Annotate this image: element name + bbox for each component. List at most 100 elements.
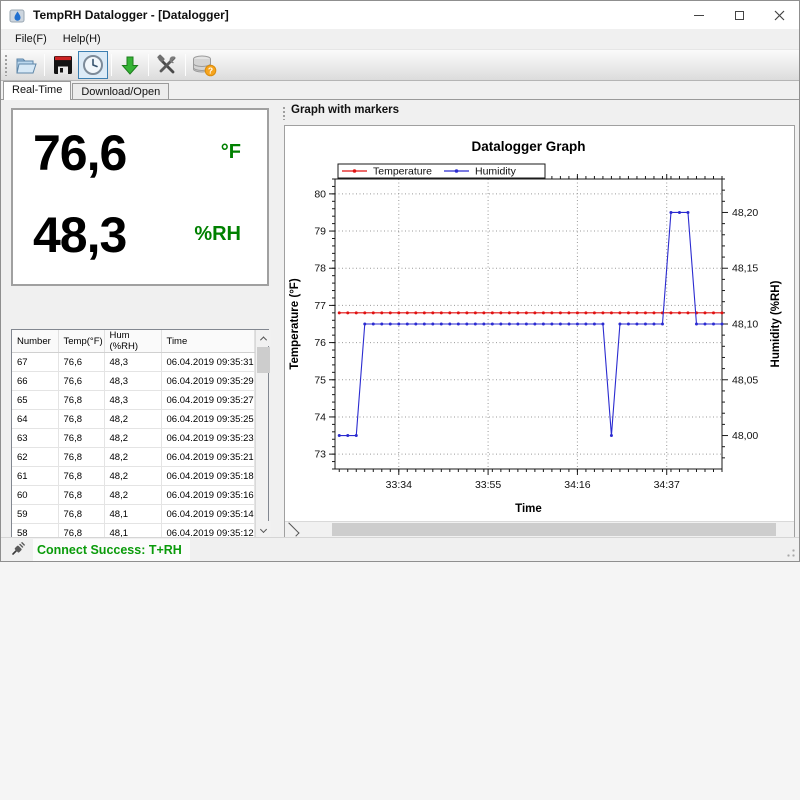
table-cell: 48,2 <box>104 448 161 467</box>
chevron-down-icon <box>259 525 266 532</box>
table-cell: 48,2 <box>104 410 161 429</box>
right-axis-label: Humidity (%RH) <box>770 280 782 367</box>
resize-grip[interactable] <box>783 545 796 558</box>
table-row[interactable]: 6076,848,206.04.2019 09:35:16 <box>12 486 254 505</box>
column-header-1[interactable]: Temp(°F) <box>58 330 104 353</box>
table-row[interactable]: 5976,848,106.04.2019 09:35:14 <box>12 505 254 524</box>
svg-text:75: 75 <box>314 374 326 386</box>
download-button[interactable] <box>115 51 145 79</box>
x-axis-label: Time <box>515 503 542 515</box>
table-row[interactable]: 6376,848,206.04.2019 09:35:23 <box>12 429 254 448</box>
clock-icon <box>81 53 105 77</box>
svg-text:33:55: 33:55 <box>475 479 501 491</box>
table-cell: 06.04.2019 09:35:31 <box>161 353 254 372</box>
table-cell: 06.04.2019 09:35:21 <box>161 448 254 467</box>
close-button[interactable] <box>759 1 799 29</box>
svg-text:34:16: 34:16 <box>564 479 590 491</box>
horizontal-scrollbar-thumb[interactable] <box>332 523 776 536</box>
humidity-value: 48,3 <box>33 210 126 260</box>
table-cell: 48,1 <box>104 505 161 524</box>
column-header-2[interactable]: Hum (%RH) <box>104 330 161 353</box>
toolbar-grip[interactable] <box>4 54 8 76</box>
tools-icon <box>155 53 179 77</box>
menu-bar: File(F) Help(H) <box>1 29 799 50</box>
table-body: 6776,648,306.04.2019 09:35:316676,648,30… <box>12 353 254 543</box>
toolbar-separator <box>185 54 186 76</box>
table-cell: 76,6 <box>58 353 104 372</box>
chevron-right-icon <box>285 522 299 536</box>
scroll-down-button[interactable] <box>256 521 271 537</box>
table-row[interactable]: 6276,848,206.04.2019 09:35:21 <box>12 448 254 467</box>
humidity-unit: %RH <box>194 224 241 244</box>
tab-download-open[interactable]: Download/Open <box>72 83 169 100</box>
table-cell: 06.04.2019 09:35:16 <box>161 486 254 505</box>
column-header-3[interactable]: Time <box>161 330 254 353</box>
table-row[interactable]: 6576,848,306.04.2019 09:35:27 <box>12 391 254 410</box>
table-cell: 06.04.2019 09:35:18 <box>161 467 254 486</box>
table-cell: 59 <box>12 505 58 524</box>
toolbar-separator <box>44 54 45 76</box>
folder-open-icon <box>14 53 38 77</box>
table-cell: 76,8 <box>58 391 104 410</box>
svg-text:73: 73 <box>314 449 326 461</box>
table-cell: 48,2 <box>104 486 161 505</box>
status-bar: Connect Success: T+RH <box>1 537 799 561</box>
horizontal-scrollbar[interactable] <box>285 521 794 537</box>
table-cell: 76,8 <box>58 467 104 486</box>
maximize-button[interactable] <box>719 1 759 29</box>
svg-text:48,05: 48,05 <box>732 374 758 386</box>
open-file-button[interactable] <box>11 51 41 79</box>
svg-text:33:34: 33:34 <box>386 479 412 491</box>
save-icon <box>51 53 75 77</box>
svg-text:78: 78 <box>314 263 326 275</box>
svg-text:74: 74 <box>314 411 326 423</box>
table-cell: 06.04.2019 09:35:27 <box>161 391 254 410</box>
left-axis-label: Temperature (°F) <box>289 278 301 369</box>
scroll-right-button[interactable] <box>285 522 300 537</box>
table-cell: 76,8 <box>58 448 104 467</box>
tab-strip: Real-Time Download/Open <box>1 81 799 100</box>
table-row[interactable]: 6676,648,306.04.2019 09:35:29 <box>12 372 254 391</box>
table-row[interactable]: 6176,848,206.04.2019 09:35:18 <box>12 467 254 486</box>
scroll-up-button[interactable] <box>256 330 271 346</box>
table-cell: 48,3 <box>104 353 161 372</box>
sync-clock-button[interactable] <box>78 51 108 79</box>
table-cell: 76,6 <box>58 372 104 391</box>
table-cell: 65 <box>12 391 58 410</box>
settings-button[interactable] <box>152 51 182 79</box>
window-controls <box>679 1 799 29</box>
svg-text:Humidity: Humidity <box>475 166 517 178</box>
datalogger-graph: 737475767778798048,0048,0548,1048,1548,2… <box>285 126 794 522</box>
chart-legend: TemperatureHumidity <box>338 164 545 178</box>
svg-text:48,00: 48,00 <box>732 430 758 442</box>
download-arrow-icon <box>118 53 142 77</box>
table-row[interactable]: 6476,848,206.04.2019 09:35:25 <box>12 410 254 429</box>
column-header-0[interactable]: Number <box>12 330 58 353</box>
menu-file[interactable]: File(F) <box>7 30 55 48</box>
table-cell: 06.04.2019 09:35:25 <box>161 410 254 429</box>
temperature-unit: °F <box>221 142 241 162</box>
menu-help[interactable]: Help(H) <box>55 30 109 48</box>
connector-plug-icon <box>10 542 25 557</box>
svg-text:48,20: 48,20 <box>732 207 758 219</box>
table-cell: 60 <box>12 486 58 505</box>
minimize-icon <box>694 15 704 16</box>
data-help-button[interactable]: ? <box>189 51 219 79</box>
table-cell: 06.04.2019 09:35:14 <box>161 505 254 524</box>
vertical-scrollbar[interactable] <box>255 330 269 537</box>
tab-real-time[interactable]: Real-Time <box>3 81 71 100</box>
chart-title: Datalogger Graph <box>471 139 585 154</box>
database-question-icon: ? <box>191 53 217 77</box>
table-row[interactable]: 6776,648,306.04.2019 09:35:31 <box>12 353 254 372</box>
vertical-scrollbar-thumb[interactable] <box>257 347 270 373</box>
graph-panel-grip[interactable] <box>282 106 287 120</box>
minimize-button[interactable] <box>679 1 719 29</box>
save-button[interactable] <box>48 51 78 79</box>
tab-page-real-time: 76,6 °F 48,3 %RH NumberTemp(°F)Hum (%RH)… <box>1 99 799 542</box>
table-cell: 61 <box>12 467 58 486</box>
status-text: Connect Success: T+RH <box>37 543 182 557</box>
maximize-icon <box>735 11 744 20</box>
chart: 737475767778798048,0048,0548,1048,1548,2… <box>284 125 795 538</box>
svg-text:34:37: 34:37 <box>654 479 680 491</box>
readings-table: NumberTemp(°F)Hum (%RH)Time 6776,648,306… <box>11 329 269 538</box>
